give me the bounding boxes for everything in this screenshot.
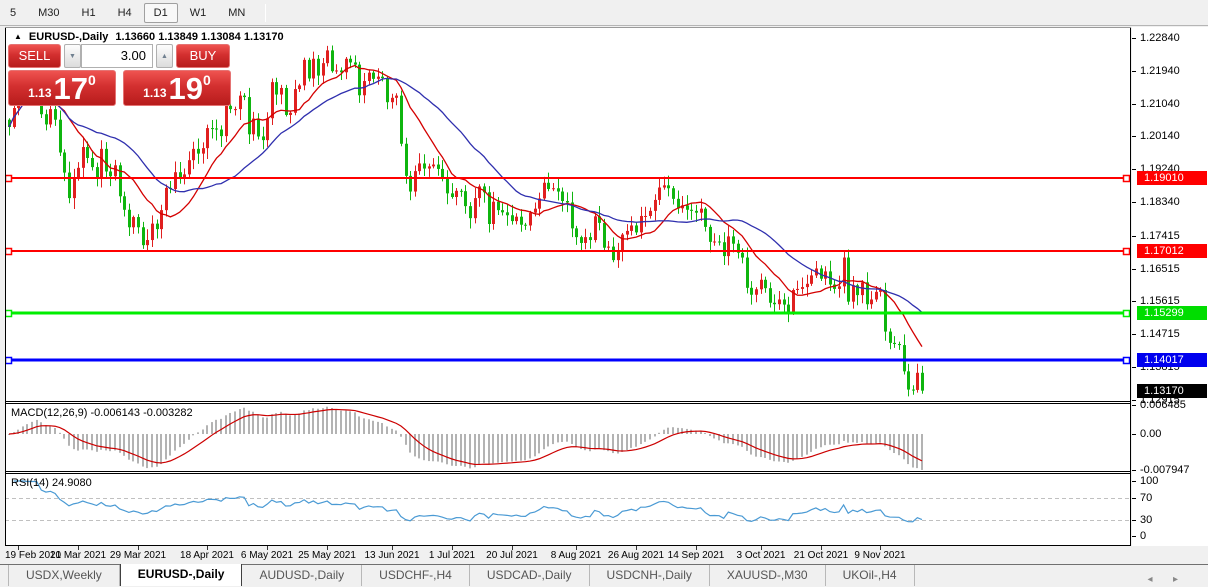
date-tick-label: 3 Oct 2021: [737, 550, 786, 561]
axis-tick-mark: [1132, 269, 1136, 270]
one-click-trading-widget: SELL ▼ 3.00 ▲ BUY 1.13 17 0 1.13 19 0: [8, 44, 233, 106]
axis-tick-label: 1.17415: [1140, 230, 1180, 242]
axis-tick-mark: [1132, 400, 1136, 401]
date-tick-label: 9 Nov 2021: [854, 550, 905, 561]
spread-increase-button[interactable]: ▲: [156, 44, 173, 68]
timeframe-button-m5[interactable]: 5: [0, 3, 26, 23]
axis-tick-mark: [1132, 104, 1136, 105]
buy-button[interactable]: BUY: [176, 44, 230, 68]
sell-price-point: 0: [88, 72, 96, 88]
timeframe-button-h4[interactable]: H4: [108, 3, 142, 23]
axis-tick-mark: [1132, 536, 1136, 537]
macd-indicator-label: MACD(12,26,9) -0.006143 -0.003282: [11, 407, 193, 419]
chart-title: ▲ EURUSD-,Daily 1.13660 1.13849 1.13084 …: [14, 31, 284, 43]
axis-tick-mark: [1132, 202, 1136, 203]
buy-price-panel[interactable]: 1.13 19 0: [123, 70, 231, 106]
axis-tick-mark: [1132, 136, 1136, 137]
buy-price-point: 0: [203, 72, 211, 88]
date-tick-label: 1 Jul 2021: [429, 550, 475, 561]
axis-tick-mark: [1132, 236, 1136, 237]
hline-price-badge: 1.17012: [1137, 244, 1207, 258]
axis-tick-mark: [1132, 301, 1136, 302]
axis-tick-mark: [1132, 71, 1136, 72]
date-tick-label: 21 Oct 2021: [794, 550, 848, 561]
hline-price-badge: 1.14017: [1137, 353, 1207, 367]
axis-tick-label: 1.20140: [1140, 130, 1180, 142]
sell-price-prefix: 1.13: [28, 86, 51, 100]
current-price-badge: 1.13170: [1137, 384, 1207, 398]
axis-tick-label: 100: [1140, 475, 1158, 487]
sell-price-panel[interactable]: 1.13 17 0: [8, 70, 116, 106]
date-tick-label: 8 Aug 2021: [551, 550, 602, 561]
tab-xauusd-m30[interactable]: XAUUSD-,M30: [710, 565, 826, 586]
date-tick-label: 20 Jul 2021: [486, 550, 538, 561]
tab-usdchf-h4[interactable]: USDCHF-,H4: [362, 565, 470, 586]
buy-price-prefix: 1.13: [143, 86, 166, 100]
timeframe-button-m30[interactable]: M30: [28, 3, 69, 23]
buy-price-pips: 19: [169, 74, 203, 103]
axis-tick-mark: [1132, 169, 1136, 170]
tab-scroll-arrows: ◂ ▸: [1131, 569, 1178, 587]
timeframe-button-h1[interactable]: H1: [72, 3, 106, 23]
date-tick-label: 26 Aug 2021: [608, 550, 664, 561]
axis-tick-label: 1.16515: [1140, 263, 1180, 275]
spread-value-field[interactable]: 3.00: [81, 44, 153, 68]
tab-audusd-daily[interactable]: AUDUSD-,Daily: [242, 565, 362, 586]
tab-eurusd-daily[interactable]: EURUSD-,Daily: [120, 564, 243, 586]
tab-scroll-left-icon[interactable]: ◂: [1147, 574, 1152, 585]
hline-price-badge: 1.19010: [1137, 171, 1207, 185]
timeframe-button-w1[interactable]: W1: [180, 3, 217, 23]
axis-tick-label: 1.14715: [1140, 328, 1180, 340]
tab-usdcnh-daily[interactable]: USDCNH-,Daily: [590, 565, 710, 586]
chart-ohlc-values: 1.13660 1.13849 1.13084 1.13170: [115, 31, 283, 43]
axis-tick-label: 0: [1140, 530, 1146, 542]
chart-symbol-label: EURUSD-,Daily: [29, 31, 108, 43]
axis-tick-mark: [1132, 334, 1136, 335]
triangle-down-icon: ▼: [69, 53, 76, 60]
chart-window: ▲ EURUSD-,Daily 1.13660 1.13849 1.13084 …: [5, 27, 1131, 546]
triangle-up-icon: ▲: [161, 53, 168, 60]
hline-price-badge: 1.15299: [1137, 306, 1207, 320]
axis-tick-mark: [1132, 498, 1136, 499]
axis-tick-mark: [1132, 470, 1136, 471]
tab-usdx-weekly[interactable]: USDX,Weekly: [8, 565, 120, 586]
toolbar-separator: [265, 4, 266, 22]
axis-tick-label: 1.18340: [1140, 196, 1180, 208]
axis-tick-label: 1.22840: [1140, 32, 1180, 44]
timeframe-button-mn[interactable]: MN: [218, 3, 255, 23]
spread-decrease-button[interactable]: ▼: [64, 44, 81, 68]
date-tick-label: 6 May 2021: [241, 550, 293, 561]
tab-scroll-right-icon[interactable]: ▸: [1173, 574, 1178, 585]
sell-price-pips: 17: [54, 74, 88, 103]
axis-tick-mark: [1132, 481, 1136, 482]
tab-usdcad-daily[interactable]: USDCAD-,Daily: [470, 565, 590, 586]
sell-button[interactable]: SELL: [8, 44, 61, 68]
axis-tick-label: 0.00: [1140, 428, 1161, 440]
axis-tick-mark: [1132, 434, 1136, 435]
timeframe-toolbar: 5 M30 H1 H4 D1 W1 MN: [0, 0, 1208, 26]
rsi-indicator-label: RSI(14) 24.9080: [11, 477, 92, 489]
date-axis: 19 Feb 202110 Mar 202129 Mar 202118 Apr …: [5, 546, 1131, 564]
tab-ukoil-h4[interactable]: UKOil-,H4: [826, 565, 915, 586]
chart-tab-bar: USDX,Weekly EURUSD-,Daily AUDUSD-,Daily …: [0, 564, 1208, 586]
collapse-arrow-icon[interactable]: ▲: [14, 32, 22, 41]
axis-tick-mark: [1132, 520, 1136, 521]
price-scale: 1.228401.219401.210401.201401.192401.183…: [1132, 27, 1208, 546]
axis-tick-label: 30: [1140, 514, 1152, 526]
date-tick-label: 18 Apr 2021: [180, 550, 234, 561]
date-tick-label: 25 May 2021: [298, 550, 356, 561]
axis-tick-label: 0.006485: [1140, 399, 1186, 411]
axis-tick-label: 1.21040: [1140, 98, 1180, 110]
axis-tick-label: 70: [1140, 492, 1152, 504]
axis-tick-mark: [1132, 367, 1136, 368]
date-tick-label: 10 Mar 2021: [50, 550, 106, 561]
axis-tick-mark: [1132, 38, 1136, 39]
date-tick-label: 14 Sep 2021: [668, 550, 725, 561]
date-tick-label: 29 Mar 2021: [110, 550, 166, 561]
timeframe-button-d1[interactable]: D1: [144, 3, 178, 23]
axis-tick-mark: [1132, 405, 1136, 406]
date-tick-label: 13 Jun 2021: [364, 550, 419, 561]
axis-tick-label: 1.21940: [1140, 65, 1180, 77]
